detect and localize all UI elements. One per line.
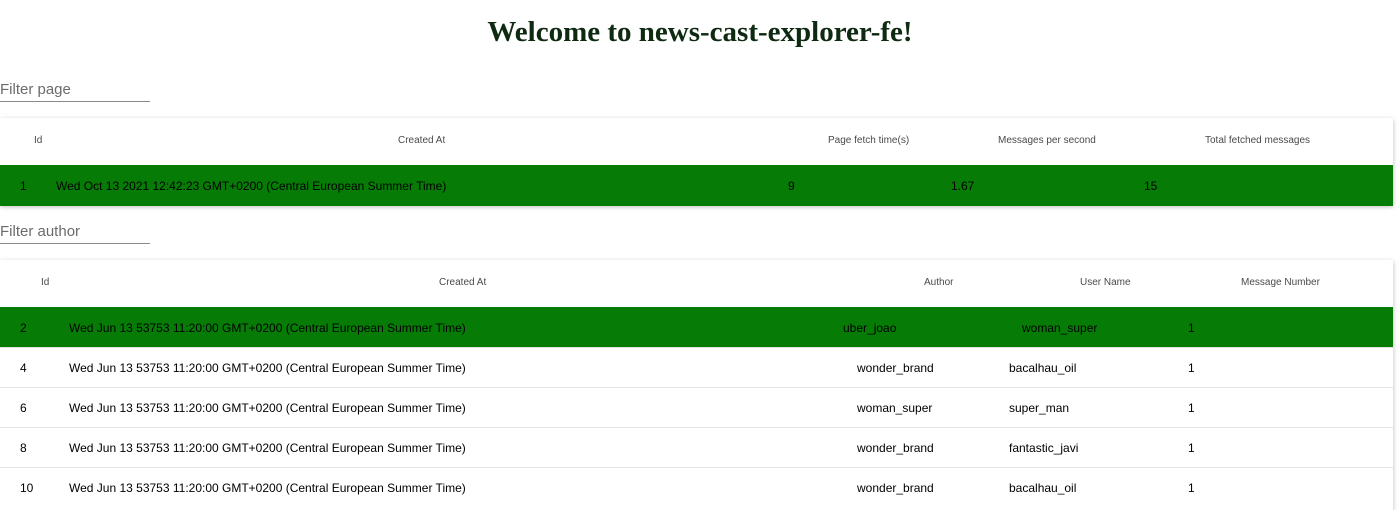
message-author-cell: woman_super	[857, 401, 933, 415]
pages-table: Id Created At Page fetch time(s) Message…	[0, 118, 1393, 206]
message-user-name-cell: super_man	[1009, 401, 1070, 415]
messages-header-id[interactable]: Id	[41, 260, 49, 306]
messages-header-created-at[interactable]: Created At	[439, 260, 486, 306]
pages-header-messages-per-second[interactable]: Messages per second	[998, 118, 1096, 164]
message-created-at-cell: Wed Jun 13 53753 11:20:00 GMT+0200 (Cent…	[69, 441, 466, 455]
messages-header-message-number[interactable]: Message Number	[1241, 260, 1320, 306]
message-author-cell: uber_joao	[843, 321, 897, 335]
page-id-cell: 1	[20, 179, 27, 193]
message-user-name-cell: bacalhau_oil	[1009, 361, 1077, 375]
message-created-at-cell: Wed Jun 13 53753 11:20:00 GMT+0200 (Cent…	[69, 321, 466, 335]
message-number-cell: 1	[1188, 321, 1195, 335]
message-id-cell: 4	[20, 361, 27, 375]
page-total-cell: 15	[1144, 179, 1158, 193]
pages-header-total-fetched[interactable]: Total fetched messages	[1205, 118, 1310, 164]
message-number-cell: 1	[1188, 441, 1195, 455]
message-number-cell: 1	[1188, 361, 1195, 375]
message-number-cell: 1	[1188, 481, 1195, 495]
filter-page-input[interactable]	[0, 77, 150, 102]
message-user-name-cell: bacalhau_oil	[1009, 481, 1077, 495]
page-fetch-time-cell: 9	[788, 179, 795, 193]
message-author-cell: wonder_brand	[857, 361, 934, 375]
messages-table-row[interactable]: 4 Wed Jun 13 53753 11:20:00 GMT+0200 (Ce…	[0, 347, 1393, 388]
pages-header-fetch-time[interactable]: Page fetch time(s)	[828, 118, 909, 164]
messages-header-author[interactable]: Author	[924, 260, 953, 306]
pages-header-created-at[interactable]: Created At	[398, 118, 445, 164]
messages-table: Id Created At Author User Name Message N…	[0, 260, 1393, 510]
filter-author-input[interactable]	[0, 219, 150, 244]
message-author-cell: wonder_brand	[857, 481, 934, 495]
pages-table-row[interactable]: 1 Wed Oct 13 2021 12:42:23 GMT+0200 (Cen…	[0, 165, 1393, 206]
message-user-name-cell: woman_super	[1022, 321, 1098, 335]
messages-table-row[interactable]: 8 Wed Jun 13 53753 11:20:00 GMT+0200 (Ce…	[0, 427, 1393, 468]
message-id-cell: 8	[20, 441, 27, 455]
message-created-at-cell: Wed Jun 13 53753 11:20:00 GMT+0200 (Cent…	[69, 401, 466, 415]
message-created-at-cell: Wed Jun 13 53753 11:20:00 GMT+0200 (Cent…	[69, 481, 466, 495]
message-created-at-cell: Wed Jun 13 53753 11:20:00 GMT+0200 (Cent…	[69, 361, 466, 375]
messages-table-row[interactable]: 10 Wed Jun 13 53753 11:20:00 GMT+0200 (C…	[0, 467, 1393, 508]
messages-table-row[interactable]: 2 Wed Jun 13 53753 11:20:00 GMT+0200 (Ce…	[0, 307, 1393, 348]
message-id-cell: 10	[20, 481, 34, 495]
message-user-name-cell: fantastic_javi	[1009, 441, 1079, 455]
messages-table-row[interactable]: 6 Wed Jun 13 53753 11:20:00 GMT+0200 (Ce…	[0, 387, 1393, 428]
message-id-cell: 6	[20, 401, 27, 415]
message-author-cell: wonder_brand	[857, 441, 934, 455]
message-id-cell: 2	[20, 321, 27, 335]
message-number-cell: 1	[1188, 401, 1195, 415]
messages-header-user-name[interactable]: User Name	[1080, 260, 1131, 306]
page-mps-cell: 1.67	[951, 179, 975, 193]
page-created-at-cell: Wed Oct 13 2021 12:42:23 GMT+0200 (Centr…	[56, 179, 447, 193]
pages-header-id[interactable]: Id	[34, 118, 42, 164]
page-title: Welcome to news-cast-explorer-fe!	[487, 16, 913, 48]
